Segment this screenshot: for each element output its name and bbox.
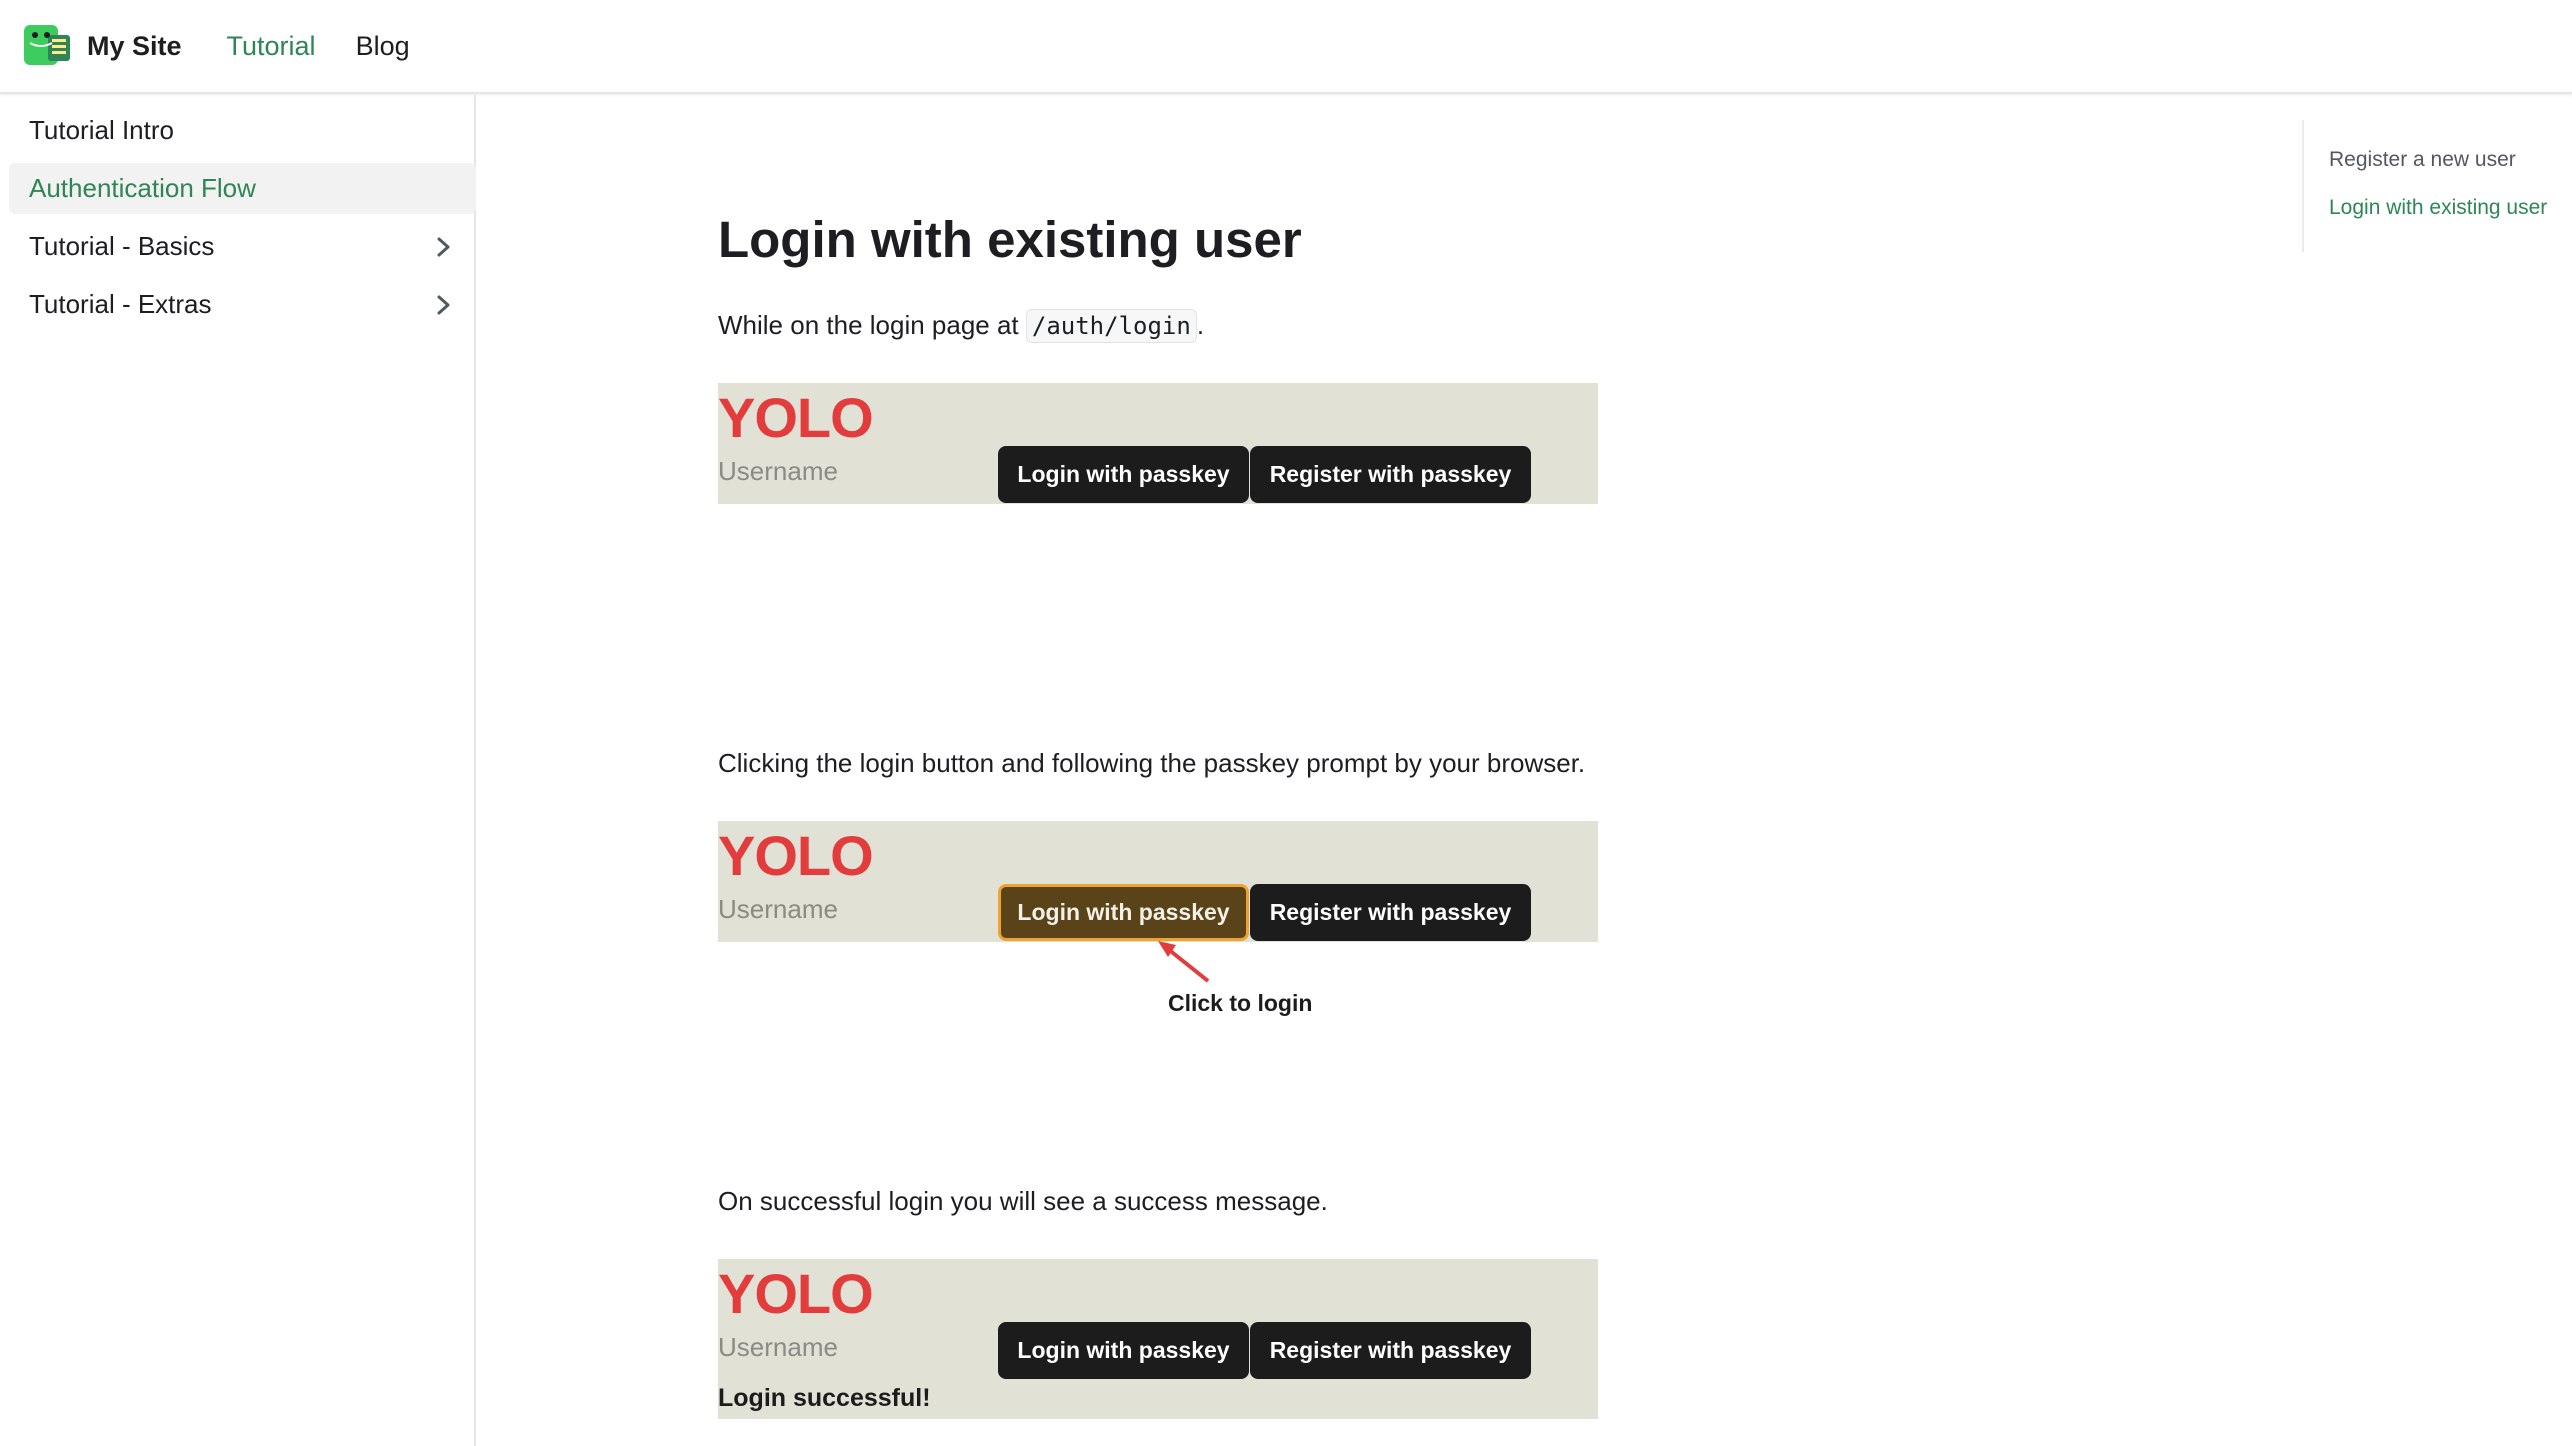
red-arrow-icon	[1158, 941, 1210, 983]
top-navbar: My Site Tutorial Blog	[0, 0, 2572, 94]
sidebar-item-label: Tutorial Intro	[29, 115, 174, 145]
toc-link-login[interactable]: Login with existing user	[2329, 196, 2572, 220]
yolo-brand: YOLO	[718, 1262, 874, 1325]
success-paragraph: On successful login you will see a succe…	[718, 1186, 1328, 1216]
table-of-contents: Register a new user Login with existing …	[2302, 120, 2572, 252]
site-title[interactable]: My Site	[87, 31, 182, 62]
sidebar-item-tutorial-intro[interactable]: Tutorial Intro	[9, 105, 476, 156]
sidebar-item-authentication-flow[interactable]: Authentication Flow	[9, 163, 476, 214]
login-success-screenshot: YOLO Username Login with passkey Registe…	[718, 1259, 1598, 1419]
nav-link-tutorial[interactable]: Tutorial	[227, 31, 316, 62]
chevron-right-icon[interactable]	[432, 236, 454, 258]
click-to-login-annotation: Click to login	[1168, 990, 1313, 1016]
sidebar-item-label: Tutorial - Extras	[29, 289, 212, 319]
register-with-passkey-button: Register with passkey	[1250, 1322, 1531, 1379]
sidebar-item-label: Authentication Flow	[29, 173, 256, 203]
sidebar-item-label: Tutorial - Basics	[29, 231, 215, 261]
dinosaur-logo-icon[interactable]	[22, 23, 72, 69]
sidebar-item-tutorial-extras[interactable]: Tutorial - Extras	[9, 279, 476, 330]
toc-link-register[interactable]: Register a new user	[2329, 148, 2572, 172]
chevron-right-icon[interactable]	[432, 294, 454, 316]
docs-sidebar: Tutorial Intro Authentication Flow Tutor…	[0, 95, 476, 1446]
sidebar-item-tutorial-basics[interactable]: Tutorial - Basics	[9, 221, 476, 272]
nav-link-blog[interactable]: Blog	[356, 31, 410, 62]
login-success-message: Login successful!	[718, 1384, 931, 1412]
username-placeholder: Username	[718, 1332, 838, 1362]
login-with-passkey-button: Login with passkey	[998, 1322, 1249, 1379]
